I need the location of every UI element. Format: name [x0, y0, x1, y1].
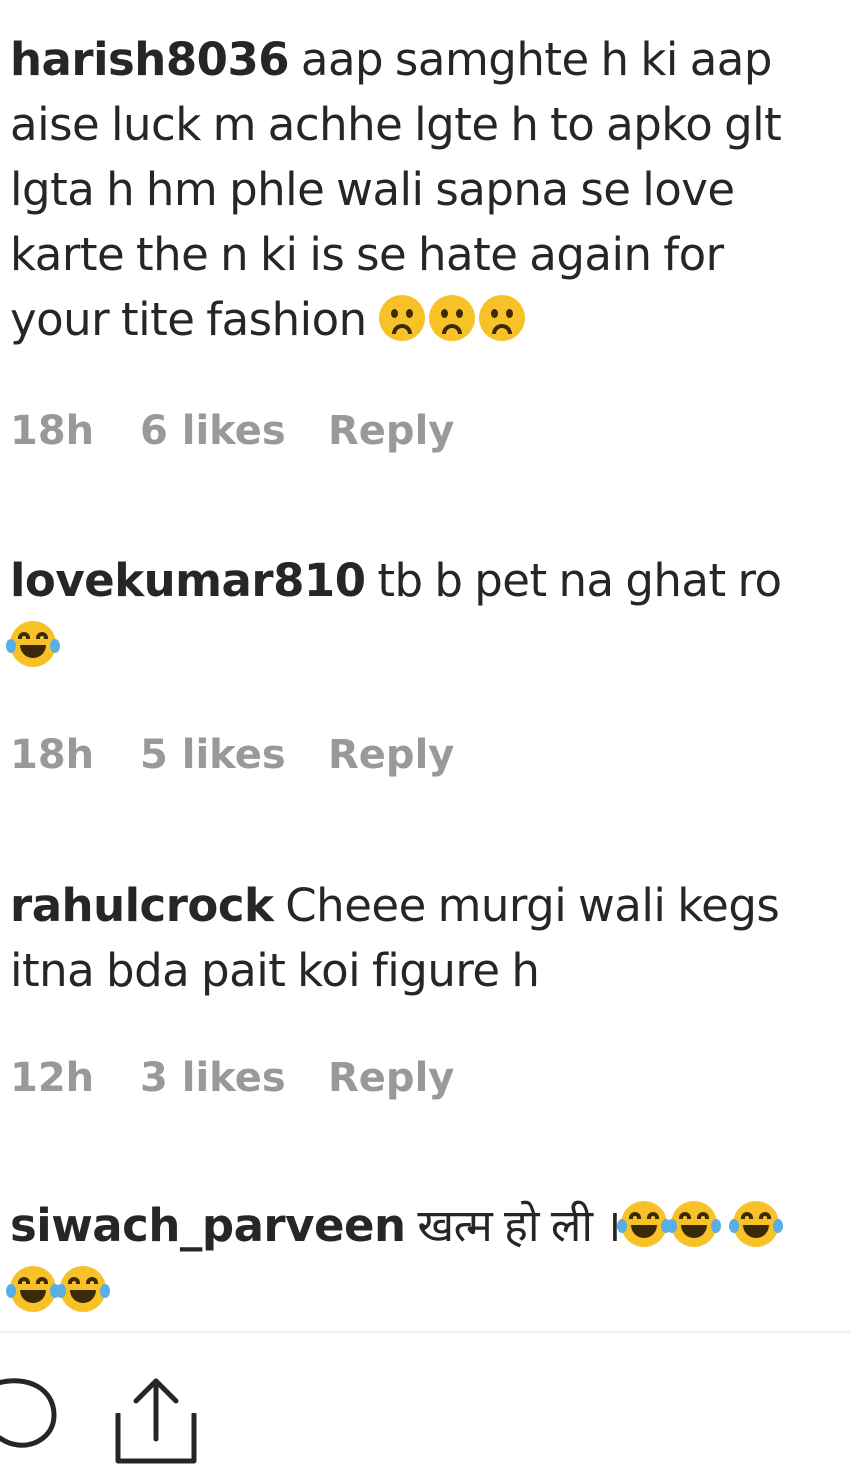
tears-of-joy-emoji-icon: [616, 1201, 671, 1247]
comment-timestamp[interactable]: 18h: [10, 401, 140, 461]
frowning-face-emoji-icon: [378, 295, 425, 341]
comment-icon[interactable]: [0, 1375, 60, 1459]
comment-text: harish8036 aap samghte h ki aap aise luc…: [10, 27, 830, 352]
comment-body: tb b pet na ghat ro: [377, 554, 782, 607]
comment-likes-count[interactable]: 6 likes: [140, 401, 328, 461]
tears-of-joy-emoji-icon: [6, 621, 60, 667]
frowning-face-emoji-icon: [478, 295, 525, 341]
comment-item: harish8036 aap samghte h ki aap aise luc…: [10, 27, 830, 454]
comment-likes-count[interactable]: 5 likes: [140, 725, 328, 785]
reply-button[interactable]: Reply: [328, 1048, 454, 1108]
comment-meta: 18h 6 likes Reply: [10, 401, 454, 461]
reply-button[interactable]: Reply: [328, 725, 454, 785]
comment-username[interactable]: harish8036: [10, 33, 290, 86]
comment-item: lovekumar810 tb b pet na ghat ro 18h 5 li…: [6, 548, 830, 778]
comment-meta: 18h 5 likes Reply: [10, 725, 454, 785]
share-icon[interactable]: [110, 1375, 202, 1471]
comment-timestamp[interactable]: 18h: [10, 725, 140, 785]
frowning-face-emoji-icon: [428, 295, 475, 341]
comment-text: rahulcrock Cheee murgi wali kegs itna bd…: [10, 873, 830, 1003]
comment-body: खत्म हो ली ।: [417, 1199, 621, 1252]
reply-button[interactable]: Reply: [328, 401, 454, 461]
comment-item: siwach_parveen खत्म हो ली ।: [6, 1193, 830, 1323]
comment-item: rahulcrock Cheee murgi wali kegs itna bd…: [10, 873, 830, 1101]
tears-of-joy-emoji-icon: [56, 1266, 110, 1312]
comment-username[interactable]: lovekumar810: [10, 554, 366, 607]
tears-of-joy-emoji-icon: [728, 1201, 783, 1247]
comment-text: lovekumar810 tb b pet na ghat ro: [6, 548, 830, 678]
comment-timestamp[interactable]: 12h: [10, 1048, 140, 1108]
comment-username[interactable]: rahulcrock: [10, 879, 274, 932]
action-bar: [0, 1333, 850, 1482]
comment-meta: 12h 3 likes Reply: [10, 1048, 454, 1108]
comment-text: siwach_parveen खत्म हो ली ।: [6, 1193, 830, 1323]
comment-username[interactable]: siwach_parveen: [10, 1199, 406, 1252]
comment-likes-count[interactable]: 3 likes: [140, 1048, 328, 1108]
tears-of-joy-emoji-icon: [666, 1201, 721, 1247]
tears-of-joy-emoji-icon: [6, 1266, 60, 1312]
